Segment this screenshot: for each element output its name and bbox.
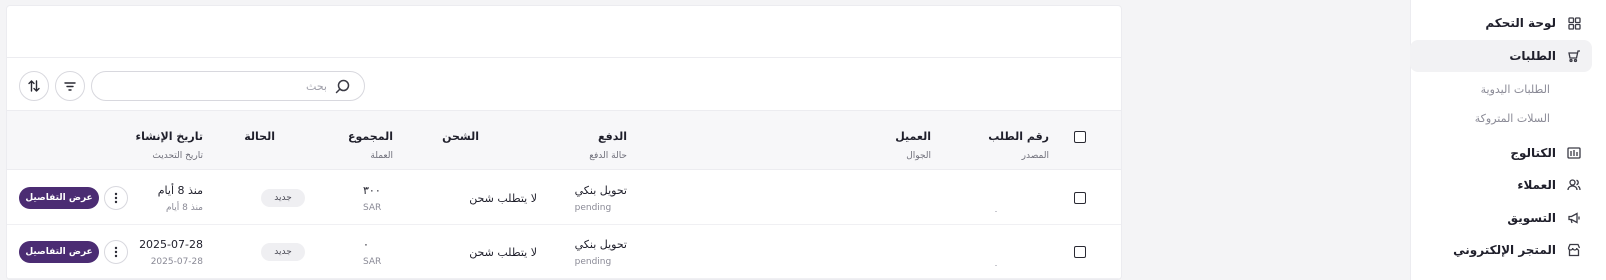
sidebar-item-label: المتجر الإلكتروني <box>1453 243 1556 257</box>
orders-panel: رقم الطلب المصدر العميل الجوال الدفع حال… <box>6 5 1122 280</box>
row-actions-button[interactable] <box>104 186 128 210</box>
column-customer: العميل الجوال <box>895 130 931 161</box>
column-order-number: رقم الطلب المصدر <box>988 130 1049 161</box>
sidebar-item-online-store[interactable]: المتجر الإلكتروني <box>1410 234 1592 266</box>
dashboard-icon <box>1566 15 1582 31</box>
search-icon <box>335 79 350 94</box>
sidebar-item-catalog[interactable]: الكتالوج <box>1410 137 1592 169</box>
catalog-icon <box>1566 145 1582 161</box>
order-number-placeholder <box>995 211 997 212</box>
search-box[interactable] <box>91 71 365 101</box>
total-cell: ٠ SAR <box>363 238 382 267</box>
row-checkbox[interactable] <box>1074 246 1086 258</box>
sort-button[interactable] <box>19 71 49 101</box>
sidebar-item-orders[interactable]: الطلبات <box>1410 40 1592 72</box>
status-badge: جديد <box>261 189 305 207</box>
sidebar-subitem-abandoned-carts[interactable]: السلات المتروكة <box>1475 112 1550 125</box>
more-vertical-icon <box>114 192 118 204</box>
users-icon <box>1566 177 1582 193</box>
column-payment: الدفع حالة الدفع <box>589 130 627 161</box>
table-row[interactable]: تحويل بنكي pending لا يتطلب شحن ٣٠٠ SAR … <box>7 171 1121 225</box>
sort-icon <box>27 79 41 93</box>
sidebar-subitem-manual-orders[interactable]: الطلبات اليدوية <box>1481 83 1550 96</box>
store-icon <box>1566 242 1582 258</box>
shipping-cell: لا يتطلب شحن <box>469 192 537 205</box>
status-badge: جديد <box>261 243 305 261</box>
select-all-checkbox[interactable] <box>1074 131 1086 143</box>
filter-icon <box>63 79 77 93</box>
view-details-button[interactable]: عرض التفاصيل <box>19 241 99 263</box>
column-total: المجموع العملة <box>348 130 393 161</box>
date-cell: منذ 8 أيام منذ 8 أيام <box>157 184 203 213</box>
sidebar-item-marketing[interactable]: التسويق <box>1410 202 1592 234</box>
sidebar: لوحة التحكم الطلبات الطلبات اليدوية السل… <box>1410 0 1606 280</box>
sidebar-item-label: لوحة التحكم <box>1485 16 1556 30</box>
view-details-button[interactable]: عرض التفاصيل <box>19 187 99 209</box>
search-input[interactable] <box>127 79 327 93</box>
megaphone-icon <box>1566 210 1582 226</box>
payment-cell: تحويل بنكي pending <box>574 238 627 267</box>
sidebar-item-customers[interactable]: العملاء <box>1410 169 1592 201</box>
table-row[interactable]: تحويل بنكي pending لا يتطلب شحن ٠ SAR جد… <box>7 225 1121 279</box>
row-checkbox[interactable] <box>1074 192 1086 204</box>
sidebar-item-label: الطلبات <box>1509 49 1556 63</box>
sidebar-item-dashboard[interactable]: لوحة التحكم <box>1410 7 1592 39</box>
payment-cell: تحويل بنكي pending <box>574 184 627 213</box>
more-vertical-icon <box>114 246 118 258</box>
filter-button[interactable] <box>55 71 85 101</box>
table-toolbar <box>7 58 1121 114</box>
sidebar-item-label: الكتالوج <box>1510 146 1556 160</box>
date-cell: 2025-07-28 2025-07-28 <box>139 238 203 267</box>
order-number-placeholder <box>995 265 997 266</box>
row-actions-button[interactable] <box>104 240 128 264</box>
cart-icon <box>1566 48 1582 64</box>
shipping-cell: لا يتطلب شحن <box>469 246 537 259</box>
panel-header <box>7 6 1121 58</box>
sidebar-item-label: العملاء <box>1517 178 1556 192</box>
column-status: الحالة <box>244 130 275 143</box>
total-cell: ٣٠٠ SAR <box>363 184 382 213</box>
column-shipping: الشحن <box>442 130 479 143</box>
table-header: رقم الطلب المصدر العميل الجوال الدفع حال… <box>7 110 1121 170</box>
sidebar-item-label: التسويق <box>1507 211 1556 225</box>
column-created-at: تاريخ الإنشاء تاريخ التحديث <box>135 130 203 161</box>
